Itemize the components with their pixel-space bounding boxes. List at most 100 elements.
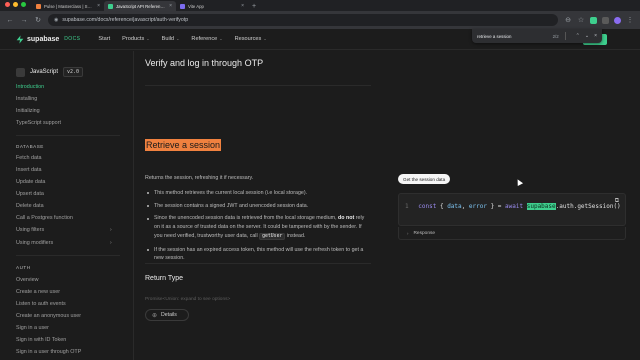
language-label: JavaScript (30, 69, 59, 75)
sidebar-item-upsert-data[interactable]: Upsert data (16, 191, 44, 197)
nav-label: Reference (191, 36, 218, 42)
toolbar-actions: ⊖ ☆ ⋮ (564, 16, 634, 24)
sidebar-item-create-new-user[interactable]: Create a new user (16, 289, 60, 295)
extensions-puzzle-icon[interactable] (602, 16, 609, 24)
find-match-count: 2/2 (552, 33, 559, 39)
browser-tab-1[interactable]: Pulse | Masterclass | Supabase × (32, 1, 104, 11)
profile-avatar[interactable] (614, 16, 621, 24)
sidebar-item-initializing[interactable]: Initializing (16, 108, 40, 114)
section-description: Returns the session, refreshing it if ne… (145, 175, 254, 181)
find-in-page-bar: retrieve a session 2/2 ⌃ ⌄ × (472, 29, 602, 43)
nav-products[interactable]: Products ⌄ (122, 36, 149, 42)
tab-label: Vite App (188, 3, 204, 9)
code-variable: data (447, 203, 462, 210)
note-text: The session contains a signed JWT and un… (154, 202, 309, 209)
sidebar-item-using-filters[interactable]: Using filters (16, 227, 44, 233)
logo-text: supabase (27, 35, 60, 43)
chevron-right-icon[interactable]: › (110, 240, 112, 246)
sidebar-item-sign-in-user[interactable]: Sign in a user (16, 325, 49, 331)
code-keyword: const (418, 203, 437, 210)
chevron-right-icon: › (407, 230, 409, 236)
chevron-down-icon: ⌄ (263, 36, 267, 41)
details-button[interactable]: ⊕ Details (145, 309, 189, 321)
sidebar-item-delete-data[interactable]: Delete data (16, 203, 44, 209)
note-text: If the session has an expired access tok… (154, 246, 364, 262)
nav-label: Start (98, 36, 111, 42)
previous-match-icon[interactable]: ⌃ (576, 33, 580, 39)
forward-icon[interactable]: → (20, 17, 28, 24)
sidebar-item-call-postgres-function[interactable]: Call a Postgres function (16, 215, 73, 221)
docs-main-content: Verify and log in through OTP Retrieve a… (135, 51, 640, 360)
note-item: The session contains a signed JWT and un… (145, 202, 371, 211)
details-label: Details (161, 312, 177, 318)
close-find-icon[interactable]: × (594, 33, 597, 39)
extension-icon[interactable] (590, 16, 597, 24)
note-text: instead. (286, 232, 306, 239)
close-tab-icon[interactable]: × (241, 3, 244, 9)
browser-tab-3[interactable]: Vite App × (176, 1, 248, 11)
notes-list: This method retrieves the current local … (145, 189, 371, 267)
nav-label: Resources (234, 36, 262, 42)
close-tab-icon[interactable]: × (97, 3, 100, 9)
next-match-icon[interactable]: ⌄ (585, 33, 589, 39)
sidebar-item-introduction[interactable]: Introduction (16, 84, 44, 90)
bookmark-star-icon[interactable]: ☆ (577, 16, 585, 24)
sidebar-item-installing[interactable]: Installing (16, 96, 37, 102)
code-example-tab[interactable]: Get the session data (398, 174, 451, 184)
sidebar-item-fetch-data[interactable]: Fetch data (16, 155, 41, 161)
sidebar-divider (16, 135, 120, 136)
close-tab-icon[interactable]: × (169, 3, 172, 9)
tab-label: JavaScript API Reference | Supabase (116, 3, 166, 9)
browser-menu-icon[interactable]: ⋮ (626, 16, 634, 24)
favicon-icon (108, 3, 113, 9)
nav-resources[interactable]: Resources ⌄ (235, 36, 267, 42)
site-info-icon[interactable]: ◉ (54, 17, 58, 23)
sidebar-item-typescript-support[interactable]: TypeScript support (16, 120, 61, 126)
back-icon[interactable]: ← (6, 17, 14, 24)
sidebar-item-sign-in-id-token[interactable]: Sign in with ID Token (16, 337, 66, 343)
find-input[interactable]: retrieve a session (477, 34, 553, 39)
minimize-window-button[interactable] (13, 1, 18, 7)
supabase-logo[interactable]: supabase DOCS (16, 34, 80, 44)
sidebar-item-listen-auth-events[interactable]: Listen to auth events (16, 301, 66, 307)
browser-tab-2[interactable]: JavaScript API Reference | Supabase × (104, 1, 176, 11)
sidebar-item-update-data[interactable]: Update data (16, 179, 45, 185)
window-controls (0, 0, 32, 11)
zoom-icon[interactable]: ⊖ (564, 16, 572, 24)
code-block: 1 const { data, error } = await supabase… (398, 193, 626, 226)
note-text: Since the unencoded session data is retr… (154, 215, 337, 222)
close-window-button[interactable] (5, 1, 10, 7)
nav-reference[interactable]: Reference ⌄ (191, 36, 222, 42)
address-bar[interactable]: ◉ supabase.com/docs/reference/javascript… (48, 14, 558, 26)
note-item: Since the unencoded session data is retr… (145, 214, 371, 241)
language-selector[interactable]: JavaScript v2.0 (16, 67, 84, 77)
sidebar-item-insert-data[interactable]: Insert data (16, 167, 41, 173)
response-toggle[interactable]: › Response (398, 227, 626, 240)
zoom-window-button[interactable] (21, 1, 26, 7)
line-number: 1 (405, 203, 409, 210)
nav-build[interactable]: Build ⌄ (162, 36, 180, 42)
page-title: Verify and log in through OTP (145, 58, 264, 68)
browser-toolbar: ← → ↻ ◉ supabase.com/docs/reference/java… (0, 11, 640, 29)
plus-icon: ⊕ (152, 312, 158, 319)
new-tab-button[interactable]: + (248, 3, 260, 11)
note-emphasis: not (346, 215, 355, 222)
sidebar-item-overview[interactable]: Overview (16, 277, 38, 283)
reload-icon[interactable]: ↻ (34, 16, 42, 24)
find-divider (564, 32, 566, 40)
chevron-right-icon[interactable]: › (110, 227, 112, 233)
nav-label: Products (122, 36, 145, 42)
sidebar-item-using-modifiers[interactable]: Using modifiers (16, 240, 53, 246)
note-emphasis: do (338, 215, 345, 222)
nav-label: Build (161, 36, 175, 42)
docs-sidebar: JavaScript v2.0 Introduction Installing … (0, 51, 134, 360)
sidebar-item-create-anonymous-user[interactable]: Create an anonymous user (16, 313, 81, 319)
favicon-icon (36, 3, 41, 9)
version-selector[interactable]: v2.0 (63, 67, 84, 77)
sidebar-item-sign-in-otp[interactable]: Sign in a user through OTP (16, 349, 81, 355)
nav-start[interactable]: Start (98, 36, 110, 42)
main-nav: Start Products ⌄ Build ⌄ Reference ⌄ Resour… (98, 36, 266, 42)
url-text: supabase.com/docs/reference/javascript/a… (62, 17, 189, 23)
inline-code-getuser: getUser (259, 232, 286, 240)
copy-icon[interactable]: ⧉ (615, 198, 619, 205)
